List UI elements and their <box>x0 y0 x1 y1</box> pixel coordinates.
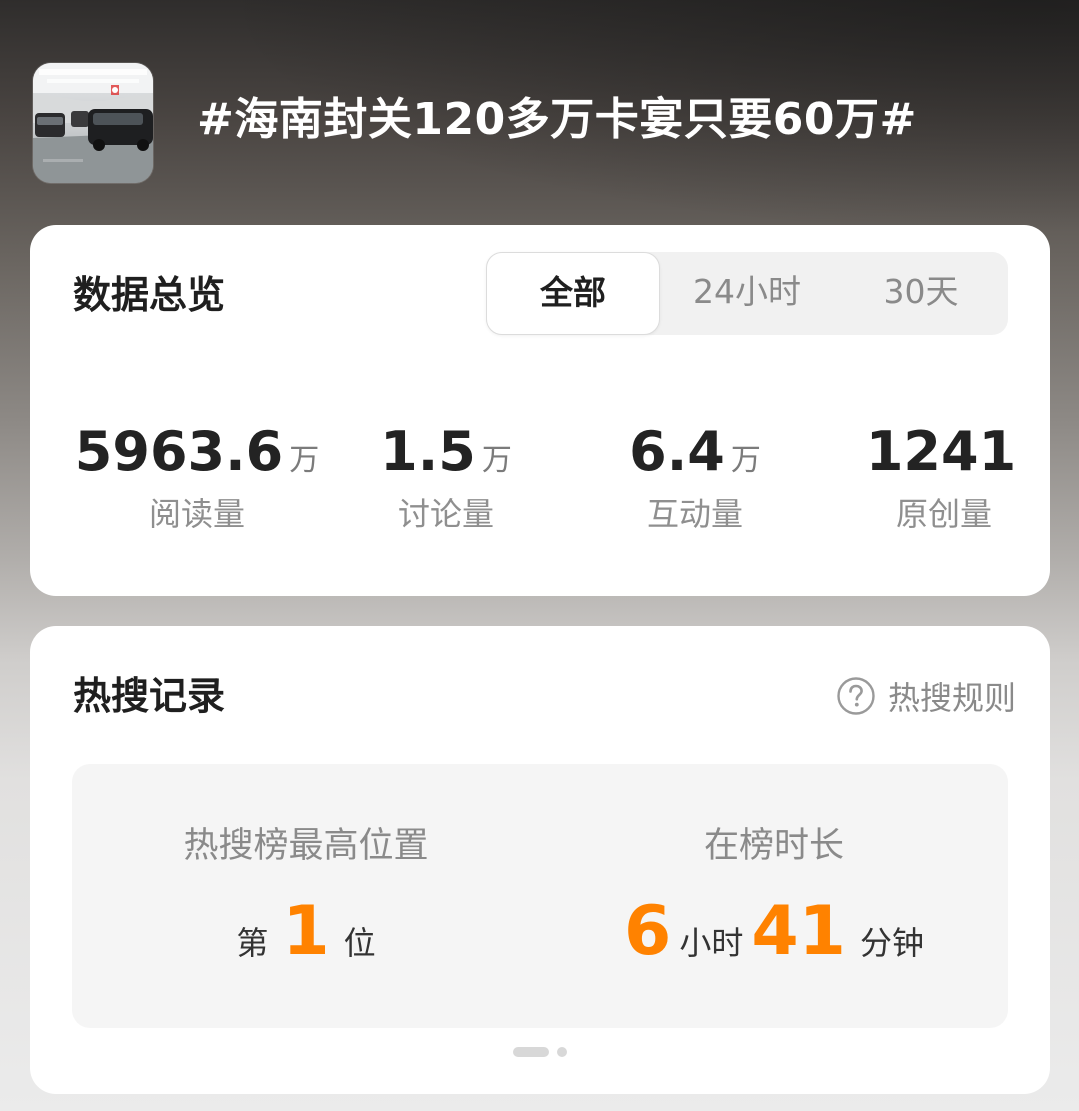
rank-suffix: 位 <box>343 924 376 962</box>
stat-read-count: 5963.6 万 阅读量 <box>72 420 322 534</box>
highest-position-label: 热搜榜最高位置 <box>183 826 429 866</box>
stat-unit: 万 <box>481 443 512 478</box>
question-circle-icon <box>837 677 875 715</box>
stat-value: 5963.6 <box>74 420 284 483</box>
duration-minutes: 41 <box>751 892 846 971</box>
hot-search-title: 热搜记录 <box>73 674 226 718</box>
pager-dot[interactable] <box>557 1046 567 1057</box>
tab-24-hours[interactable]: 24小时 <box>660 252 834 335</box>
topic-thumbnail[interactable] <box>33 63 153 183</box>
rank-number: 1 <box>282 892 330 971</box>
highest-position-value-row: 第1位 <box>72 892 540 989</box>
overview-title: 数据总览 <box>73 273 226 317</box>
rank-prefix: 第 <box>236 924 269 962</box>
stat-unit: 万 <box>289 443 320 478</box>
hot-search-record-card: 热搜记录 热搜规则 热搜榜最高位置 第1位 在榜时长 6 小时 41 分钟 <box>30 626 1050 1094</box>
duration-hours: 6 <box>624 892 672 971</box>
stat-label: 阅读量 <box>148 495 245 533</box>
duration-hours-unit: 小时 <box>679 924 744 962</box>
topic-title: #海南封关120多万卡宴只要60万# <box>197 94 917 145</box>
stat-label: 讨论量 <box>397 495 494 533</box>
stat-label: 原创量 <box>895 495 992 533</box>
stat-interaction-count: 6.4 万 互动量 <box>570 420 820 534</box>
topic-thumbnail-image <box>33 63 153 183</box>
duration-label: 在榜时长 <box>703 826 844 866</box>
tab-all[interactable]: 全部 <box>486 252 660 335</box>
stat-value: 1241 <box>865 420 1017 483</box>
stat-value: 6.4 <box>629 420 725 483</box>
tab-30-days[interactable]: 30天 <box>834 252 1008 335</box>
data-overview-card: 数据总览 全部 24小时 30天 5963.6 万 阅读量 1.5 万 讨论量 6.… <box>30 225 1050 596</box>
duration-value-row: 6 小时 41 分钟 <box>540 892 1008 989</box>
hot-search-rules-label: 热搜规则 <box>887 679 1016 717</box>
topic-header: #海南封关120多万卡宴只要60万# <box>0 0 1079 225</box>
time-range-tabs: 全部 24小时 30天 <box>486 252 1008 335</box>
stat-value: 1.5 <box>380 420 476 483</box>
hot-search-stats-panel: 热搜榜最高位置 第1位 在榜时长 6 小时 41 分钟 <box>72 764 1008 1028</box>
stat-discussion-count: 1.5 万 讨论量 <box>321 420 571 534</box>
duration-minutes-unit: 分钟 <box>859 924 924 962</box>
hot-search-rules-link[interactable]: 热搜规则 <box>836 674 1016 718</box>
stat-label: 互动量 <box>646 495 743 533</box>
stat-unit: 万 <box>730 443 761 478</box>
pager-dot-active[interactable] <box>513 1046 549 1057</box>
pager-dots <box>30 1041 1050 1057</box>
stat-original-count: 1241 原创量 <box>819 420 1069 534</box>
